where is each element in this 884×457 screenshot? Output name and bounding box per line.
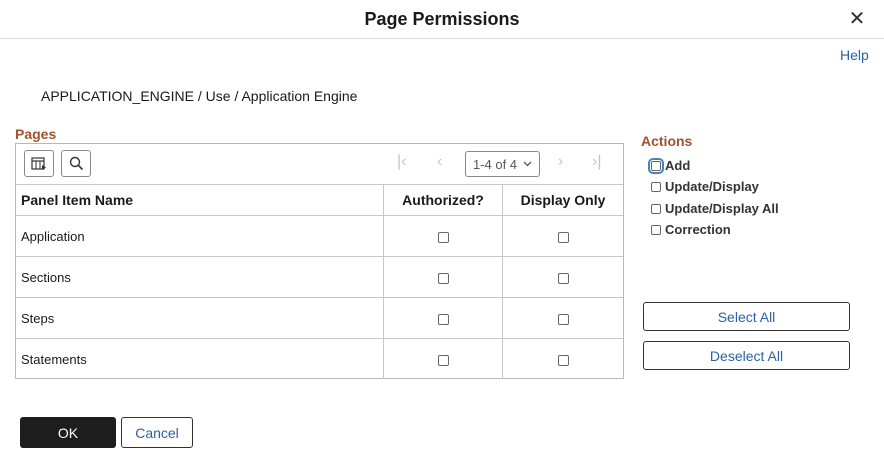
- grid-settings-icon: [31, 156, 46, 170]
- table-row: Steps: [16, 297, 623, 339]
- panel-item-name: Application: [16, 215, 384, 257]
- actions-section-title: Actions: [641, 133, 693, 149]
- column-header-panel-item-name: Panel Item Name: [16, 184, 384, 216]
- close-icon[interactable]: ✕: [846, 9, 868, 31]
- action-update-display-all[interactable]: Update/Display All: [651, 201, 779, 216]
- help-link[interactable]: Help: [840, 47, 869, 63]
- display-only-checkbox[interactable]: [557, 231, 569, 243]
- pager-select[interactable]: 1-4 of 4: [465, 151, 540, 177]
- display-only-checkbox[interactable]: [557, 354, 569, 366]
- action-label: Update/Display: [665, 179, 759, 194]
- add-checkbox[interactable]: [648, 157, 664, 174]
- ok-button[interactable]: OK: [20, 417, 116, 448]
- table-row: Application: [16, 215, 623, 257]
- table-row: Statements: [16, 338, 623, 379]
- deselect-all-button[interactable]: Deselect All: [643, 341, 850, 370]
- correction-checkbox[interactable]: [651, 224, 661, 235]
- column-header-authorized: Authorized?: [383, 184, 503, 216]
- authorized-checkbox[interactable]: [437, 272, 449, 284]
- first-page-icon[interactable]: |‹: [397, 153, 406, 171]
- select-all-button[interactable]: Select All: [643, 302, 850, 331]
- cancel-button[interactable]: Cancel: [121, 417, 193, 448]
- pager-label: 1-4 of 4: [472, 156, 518, 172]
- display-only-checkbox[interactable]: [557, 272, 569, 284]
- search-button[interactable]: [61, 150, 91, 177]
- action-update-display[interactable]: Update/Display: [651, 179, 759, 194]
- pages-table: Panel Item Name Authorized? Display Only…: [16, 184, 623, 379]
- last-page-icon[interactable]: ›|: [592, 153, 601, 171]
- breadcrumb: APPLICATION_ENGINE / Use / Application E…: [41, 88, 358, 104]
- action-correction[interactable]: Correction: [651, 222, 731, 237]
- authorized-checkbox[interactable]: [437, 231, 449, 243]
- display-only-checkbox[interactable]: [557, 313, 569, 325]
- action-label: Update/Display All: [665, 201, 779, 216]
- pages-section-title: Pages: [15, 126, 57, 142]
- pages-grid: |‹ ‹ 1-4 of 4 › ›| Panel Item Name Autho…: [15, 143, 624, 379]
- panel-item-name: Statements: [16, 338, 384, 379]
- authorized-checkbox[interactable]: [437, 313, 449, 325]
- table-row: Sections: [16, 256, 623, 298]
- chevron-down-icon: [523, 161, 532, 167]
- authorized-checkbox[interactable]: [437, 354, 449, 366]
- action-label: Correction: [665, 222, 731, 237]
- action-label: Add: [665, 158, 691, 173]
- panel-item-name: Sections: [16, 256, 384, 298]
- search-icon: [69, 156, 83, 171]
- table-header-row: Panel Item Name Authorized? Display Only: [16, 184, 623, 216]
- update-display-all-checkbox[interactable]: [651, 203, 661, 214]
- dialog-title: Page Permissions: [364, 9, 520, 29]
- column-header-display-only: Display Only: [502, 184, 623, 216]
- previous-page-icon[interactable]: ‹: [437, 153, 442, 171]
- personalize-grid-button[interactable]: [24, 150, 54, 177]
- panel-item-name: Steps: [16, 297, 384, 339]
- update-display-checkbox[interactable]: [651, 181, 661, 192]
- next-page-icon[interactable]: ›: [558, 153, 563, 171]
- action-add[interactable]: Add: [648, 157, 691, 174]
